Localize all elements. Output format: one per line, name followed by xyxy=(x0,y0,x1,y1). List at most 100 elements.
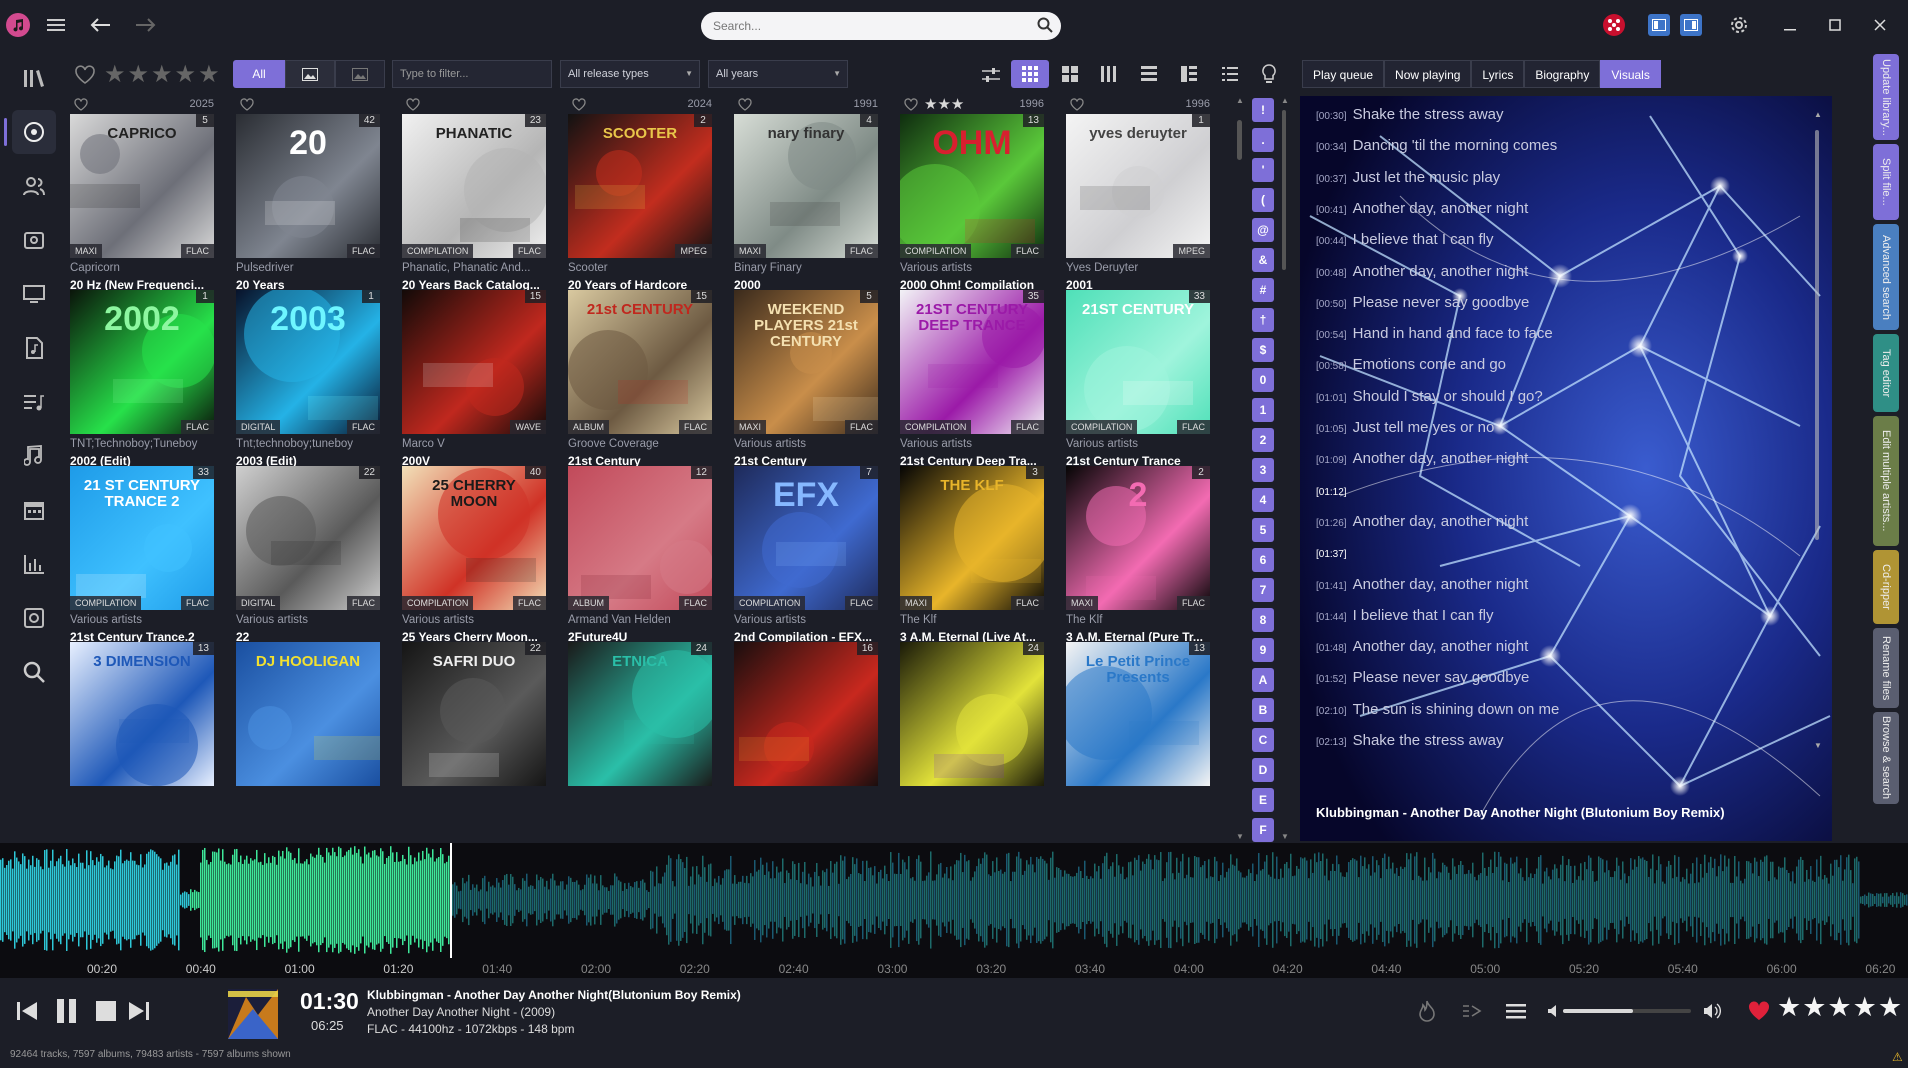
waveform-graphic[interactable] xyxy=(0,843,1908,958)
library-icon[interactable] xyxy=(12,56,56,100)
album-artist[interactable]: Various artists xyxy=(900,438,1044,450)
lyric-line[interactable]: [01:12] xyxy=(1316,482,1353,499)
album-cover[interactable]: 21ST CENTURY DEEP TRANCE 35 COMPILATION FLA… xyxy=(900,290,1044,434)
lyric-line[interactable]: [01:48] Another day, another night xyxy=(1316,638,1528,655)
album-tile[interactable]: 21ST CENTURY 33 COMPILATION FLAC Various art… xyxy=(1066,290,1210,490)
calendar-icon[interactable] xyxy=(12,488,56,532)
scroll-up-icon[interactable]: ▲ xyxy=(1281,96,1289,105)
lyric-line[interactable]: [02:10] The sun is shining down on me xyxy=(1316,701,1559,718)
next-icon[interactable] xyxy=(126,998,152,1024)
album-tile[interactable]: SAFRI DUO 22 xyxy=(402,642,546,842)
alpha-jump-button[interactable]: 4 xyxy=(1252,488,1274,512)
album-cover[interactable]: CAPRICO 5 MAXI FLAC xyxy=(70,114,214,258)
alpha-jump-button[interactable]: E xyxy=(1252,788,1274,812)
alpha-jump-button[interactable]: B xyxy=(1252,698,1274,722)
album-cover[interactable]: 20 42 FLAC xyxy=(236,114,380,258)
alpha-jump-button[interactable]: ' xyxy=(1252,158,1274,182)
disc-icon[interactable] xyxy=(12,596,56,640)
tab-now-playing[interactable]: Now playing xyxy=(1384,60,1472,88)
lyric-line[interactable]: [01:26] Another day, another night xyxy=(1316,513,1528,530)
lyric-line[interactable]: [01:44] I believe that I can fly xyxy=(1316,607,1494,624)
album-artist[interactable]: Various artists xyxy=(1066,438,1210,450)
lyric-line[interactable]: [00:34] Dancing 'til the morning comes xyxy=(1316,137,1557,154)
album-tile[interactable]: 24 xyxy=(900,642,1044,842)
search-nav-icon[interactable] xyxy=(12,650,56,694)
tool-tab[interactable]: Cd-ripper xyxy=(1873,550,1899,624)
segment-with-cover-icon[interactable] xyxy=(285,60,335,88)
segment-all[interactable]: All xyxy=(233,60,285,88)
alpha-jump-button[interactable]: 1 xyxy=(1252,398,1274,422)
lyric-line[interactable]: [00:37] Just let the music play xyxy=(1316,169,1500,186)
close-icon[interactable] xyxy=(1868,13,1892,37)
album-tile[interactable]: EFX 7 COMPILATION FLAC Various artists 2nd Co… xyxy=(734,466,878,666)
scroll-up-icon[interactable]: ▲ xyxy=(1814,110,1822,119)
tool-tab[interactable]: Rename files xyxy=(1873,628,1899,708)
album-artist[interactable]: Yves Deruyter xyxy=(1066,262,1210,274)
album-tile[interactable]: 21ST CENTURY DEEP TRANCE 35 COMPILATION FLA… xyxy=(900,290,1044,490)
alpha-jump-button[interactable]: @ xyxy=(1252,218,1274,242)
album-tile[interactable]: SCOOTER 2 MPEG Scooter 20 Years of Hardcore xyxy=(568,114,712,314)
lyric-line[interactable]: [00:44] I believe that I can fly xyxy=(1316,231,1494,248)
artists-icon[interactable] xyxy=(12,164,56,208)
track-title[interactable]: Klubbingman - Another Day Another Night(… xyxy=(367,988,741,1002)
album-cover[interactable]: PHANATIC 23 COMPILATION FLAC xyxy=(402,114,546,258)
album-artist[interactable]: Various artists xyxy=(402,614,546,626)
album-cover[interactable]: OHM 13 COMPILATION FLAC xyxy=(900,114,1044,258)
crossfade-icon[interactable] xyxy=(1459,998,1485,1024)
album-tile[interactable]: nary finary4MAXIFLACBinary Finary2000200… xyxy=(734,114,878,314)
lyric-line[interactable]: [01:05] Just tell me yes or no xyxy=(1316,419,1494,436)
alpha-jump-button[interactable]: D xyxy=(1252,758,1274,782)
previous-icon[interactable] xyxy=(14,998,40,1024)
album-tile[interactable]: 2 2 MAXI FLAC The Klf 3 A.M. Eternal (Pure Tr… xyxy=(1066,466,1210,666)
alpha-jump-button[interactable]: 2 xyxy=(1252,428,1274,452)
profile-icon[interactable] xyxy=(1603,14,1625,36)
grid-scrollbar[interactable]: ▲ ▼ xyxy=(1236,96,1244,841)
lyric-line[interactable]: [02:13] Shake the stress away xyxy=(1316,732,1504,749)
type-filter-input[interactable]: Type to filter... xyxy=(392,60,552,88)
tool-tab[interactable]: Edit multiple artists... xyxy=(1873,416,1899,546)
view-rows-icon[interactable] xyxy=(1132,60,1166,88)
album-artist[interactable]: Binary Finary xyxy=(734,262,878,274)
album-cover[interactable]: SCOOTER 2 MPEG xyxy=(568,114,712,258)
alpha-scroll-thumb[interactable] xyxy=(1282,110,1286,270)
tab-biography[interactable]: Biography xyxy=(1524,60,1601,88)
alpha-jump-button[interactable]: # xyxy=(1252,278,1274,302)
lyric-line[interactable]: [01:37] xyxy=(1316,544,1353,561)
album-tile[interactable]: WEEKEND PLAYERS 21st CENTURY 5 MAXI FLAC Var… xyxy=(734,290,878,490)
album-artist[interactable]: TNT;Technoboy;Tuneboy xyxy=(70,438,214,450)
albums-icon[interactable] xyxy=(4,110,56,154)
scroll-down-icon[interactable]: ▼ xyxy=(1236,832,1244,841)
album-artist[interactable]: Various artists xyxy=(734,438,878,450)
album-artist[interactable]: Pulsedriver xyxy=(236,262,380,274)
favorite-heart-icon[interactable] xyxy=(1746,998,1772,1024)
tool-tab[interactable]: Update library... xyxy=(1873,54,1899,140)
album-cover[interactable]: DJ HOOLIGAN xyxy=(236,642,380,786)
view-details-icon[interactable] xyxy=(1172,60,1206,88)
flame-icon[interactable] xyxy=(1414,998,1440,1024)
tab-lyrics[interactable]: Lyrics xyxy=(1471,60,1525,88)
album-artist[interactable]: Groove Coverage xyxy=(568,438,712,450)
album-cover[interactable]: nary finary 4 MAXI FLAC xyxy=(734,114,878,258)
album-cover[interactable]: 2003 1 DIGITAL FLAC xyxy=(236,290,380,434)
alpha-jump-button[interactable]: F xyxy=(1252,818,1274,842)
lyric-line[interactable]: [00:48] Another day, another night xyxy=(1316,263,1528,280)
alpha-jump-button[interactable]: ! xyxy=(1252,98,1274,122)
playlist-icon[interactable] xyxy=(12,380,56,424)
alpha-jump-button[interactable]: A xyxy=(1252,668,1274,692)
right-panel-toggle-icon[interactable] xyxy=(1680,14,1702,36)
tool-tab[interactable]: Browse & search xyxy=(1873,712,1899,804)
alpha-jump-button[interactable]: 9 xyxy=(1252,638,1274,662)
album-artist[interactable]: Capricorn xyxy=(70,262,214,274)
alpha-jump-button[interactable]: 8 xyxy=(1252,608,1274,632)
tab-visuals[interactable]: Visuals xyxy=(1600,60,1661,88)
album-cover[interactable]: yves deruyter 1 MPEG xyxy=(1066,114,1210,258)
alpha-jump-button[interactable]: 3 xyxy=(1252,458,1274,482)
alpha-jump-button[interactable]: . xyxy=(1252,128,1274,152)
alpha-jump-button[interactable]: 0 xyxy=(1252,368,1274,392)
album-artist[interactable]: Various artists xyxy=(900,262,1044,274)
left-panel-toggle-icon[interactable] xyxy=(1648,14,1670,36)
stop-icon[interactable] xyxy=(93,998,119,1024)
tab-play-queue[interactable]: Play queue xyxy=(1302,60,1385,88)
view-list-icon[interactable] xyxy=(1213,60,1247,88)
lyric-line[interactable]: [00:41] Another day, another night xyxy=(1316,200,1528,217)
